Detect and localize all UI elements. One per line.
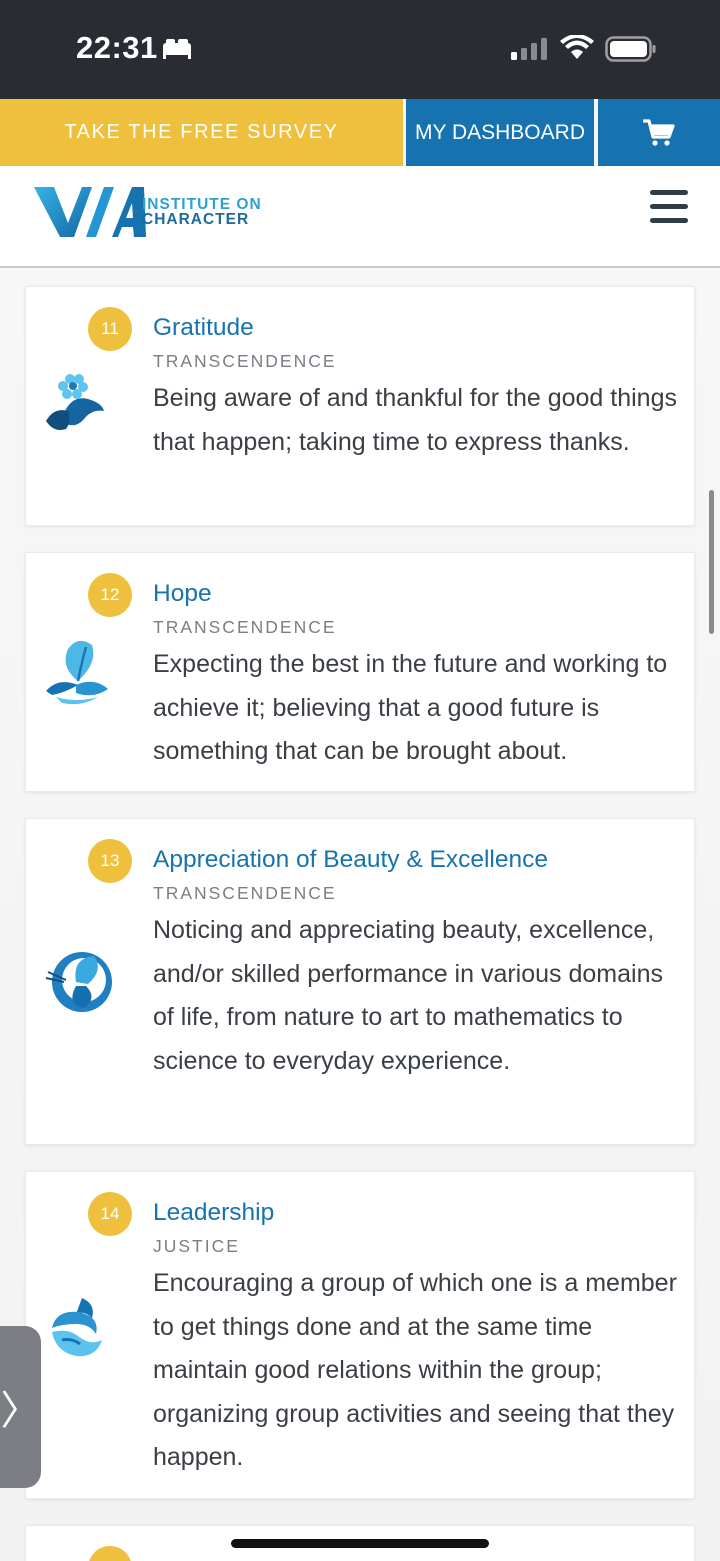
take-free-survey-button[interactable]: TAKE THE FREE SURVEY — [0, 99, 403, 166]
beauty-butterfly-icon — [45, 952, 112, 1012]
strength-card[interactable]: 14 Leadership JUSTICE Encouraging a grou… — [25, 1171, 695, 1499]
home-indicator[interactable] — [231, 1539, 489, 1548]
hope-leaf-icon — [46, 640, 108, 705]
side-drawer-tab[interactable]: 〉 — [0, 1326, 41, 1488]
logo-wordmark: INSTITUTE ON CHARACTER — [142, 197, 262, 228]
rank-badge: 14 — [88, 1192, 132, 1236]
strength-description: Noticing and appreciating beauty, excell… — [153, 916, 663, 1075]
rank-badge: 13 — [88, 839, 132, 883]
strength-title[interactable]: Gratitude — [153, 314, 254, 342]
cart-button[interactable] — [598, 99, 720, 166]
hamburger-menu-icon[interactable] — [650, 190, 688, 224]
strength-title[interactable]: Hope — [153, 580, 212, 608]
cart-icon — [643, 118, 675, 146]
status-bar: 22:31 — [0, 0, 720, 99]
strength-category: TRANSCENDENCE — [153, 617, 337, 637]
gratitude-flower-icon — [46, 374, 104, 430]
scrollbar-thumb[interactable] — [709, 490, 714, 634]
strength-category: TRANSCENDENCE — [153, 351, 337, 371]
my-dashboard-button[interactable]: MY DASHBOARD — [406, 99, 594, 166]
strength-card[interactable]: 13 Appreciation of Beauty & Excellence T… — [25, 818, 695, 1145]
top-action-bar: TAKE THE FREE SURVEY MY DASHBOARD — [0, 99, 720, 166]
strength-card[interactable]: 11 Gratitude TRANSCENDENCE Being aware o… — [25, 286, 695, 526]
strengths-list: 11 Gratitude TRANSCENDENCE Being aware o… — [0, 268, 720, 1561]
rank-badge-partial — [88, 1546, 132, 1561]
strength-card[interactable]: 12 Hope TRANSCENDENCE Expecting the best… — [25, 552, 695, 792]
strength-description: Being aware of and thankful for the good… — [153, 384, 677, 456]
strength-description: Encouraging a group of which one is a me… — [153, 1269, 677, 1471]
leadership-wave-icon — [52, 1298, 102, 1357]
site-header: INSTITUTE ON CHARACTER — [0, 166, 720, 268]
chevron-right-icon: 〉 — [0, 1389, 41, 1433]
strength-title[interactable]: Appreciation of Beauty & Excellence — [153, 846, 548, 874]
logo-line2: CHARACTER — [142, 211, 250, 228]
rank-badge: 11 — [88, 307, 132, 351]
strength-description: Expecting the best in the future and wor… — [153, 650, 668, 765]
status-time: 22:31 — [76, 30, 158, 65]
strength-title[interactable]: Leadership — [153, 1199, 274, 1227]
strength-category: JUSTICE — [153, 1236, 240, 1256]
strength-category: TRANSCENDENCE — [153, 883, 337, 903]
sleep-icon — [163, 39, 191, 59]
cellular-signal-icon — [511, 38, 547, 60]
wifi-icon — [560, 35, 594, 59]
battery-icon — [605, 36, 656, 62]
rank-badge: 12 — [88, 573, 132, 617]
